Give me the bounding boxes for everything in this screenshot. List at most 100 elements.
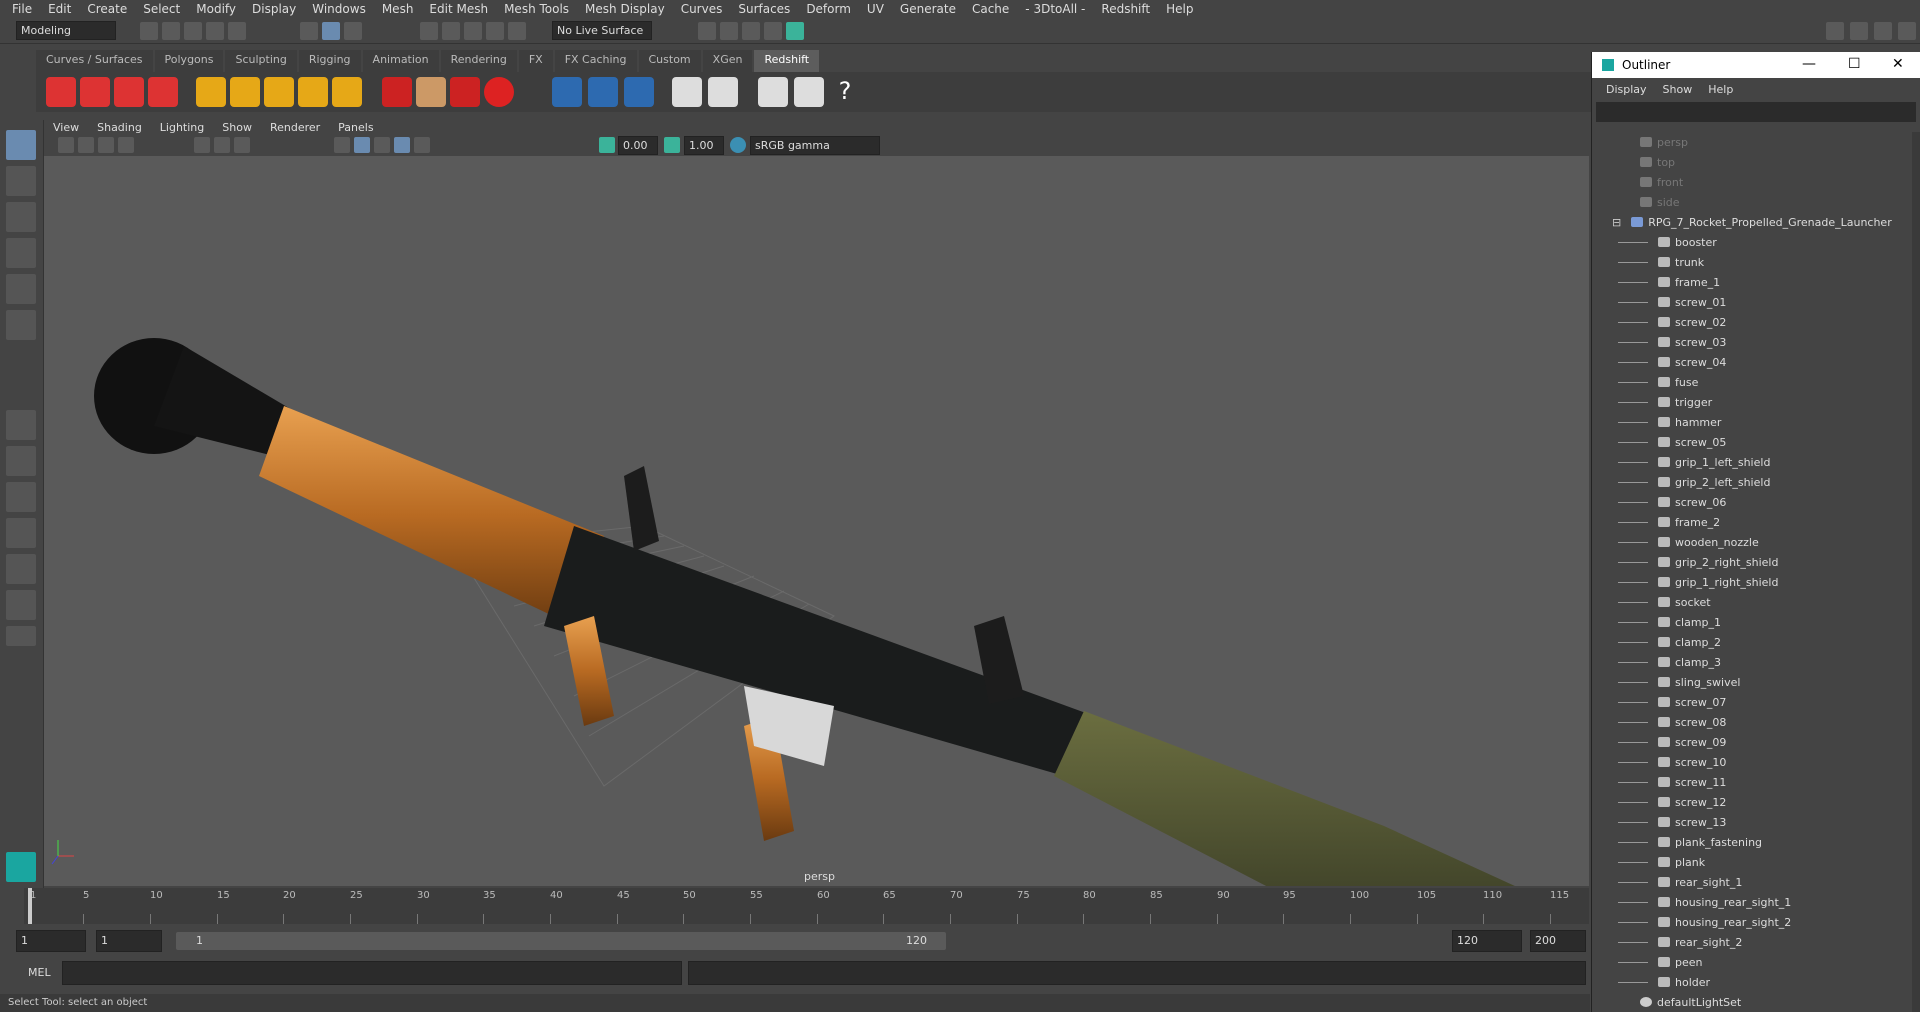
- redo-icon[interactable]: [228, 22, 246, 40]
- menu-item[interactable]: Windows: [304, 2, 374, 16]
- outliner-mesh-item[interactable]: screw_01: [1592, 292, 1912, 312]
- outliner-mesh-item[interactable]: frame_1: [1592, 272, 1912, 292]
- color-management-icon[interactable]: [730, 137, 746, 153]
- outliner-mesh-item[interactable]: hammer: [1592, 412, 1912, 432]
- outliner-mesh-item[interactable]: booster: [1592, 232, 1912, 252]
- outliner-mesh-item[interactable]: peen: [1592, 952, 1912, 972]
- outliner-mesh-item[interactable]: screw_11: [1592, 772, 1912, 792]
- camera-icon[interactable]: [58, 137, 74, 153]
- scale-tool-icon[interactable]: [6, 310, 36, 340]
- ipr-render-icon[interactable]: [720, 22, 738, 40]
- shelf-tab[interactable]: Rendering: [440, 50, 517, 72]
- shelf-tab[interactable]: Curves / Surfaces: [36, 50, 153, 72]
- redshift-ipr-icon[interactable]: [114, 77, 144, 107]
- wireframe-icon[interactable]: [334, 137, 350, 153]
- outliner-mesh-item[interactable]: grip_1_left_shield: [1592, 452, 1912, 472]
- redshift-settings-icon[interactable]: [148, 77, 178, 107]
- select-component-icon[interactable]: [344, 22, 362, 40]
- menu-item[interactable]: Redshift: [1093, 2, 1158, 16]
- outliner-mesh-item[interactable]: screw_05: [1592, 432, 1912, 452]
- outliner-menu-item[interactable]: Show: [1655, 83, 1701, 96]
- outliner-search-input[interactable]: [1596, 102, 1916, 122]
- menu-item[interactable]: Surfaces: [730, 2, 798, 16]
- outliner-mesh-item[interactable]: grip_2_left_shield: [1592, 472, 1912, 492]
- redshift-pr1-icon[interactable]: [552, 77, 582, 107]
- outliner-mesh-item[interactable]: housing_rear_sight_2: [1592, 912, 1912, 932]
- outliner-camera-item[interactable]: top: [1592, 152, 1912, 172]
- menu-item[interactable]: Edit: [40, 2, 79, 16]
- menu-item[interactable]: Display: [244, 2, 304, 16]
- outliner-mesh-item[interactable]: screw_09: [1592, 732, 1912, 752]
- outliner-layout-icon[interactable]: [6, 518, 36, 548]
- outliner-camera-item[interactable]: side: [1592, 192, 1912, 212]
- channel-box-icon[interactable]: [1898, 22, 1916, 40]
- outliner-group-item[interactable]: ⊟ RPG_7_Rocket_Propelled_Grenade_Launcher: [1592, 212, 1912, 232]
- rotate-tool-icon[interactable]: [6, 274, 36, 304]
- outliner-mesh-item[interactable]: grip_1_right_shield: [1592, 572, 1912, 592]
- redshift-ies-light-icon[interactable]: [298, 77, 328, 107]
- outliner-mesh-item[interactable]: screw_08: [1592, 712, 1912, 732]
- save-scene-icon[interactable]: [184, 22, 202, 40]
- four-view-layout-icon[interactable]: [6, 446, 36, 476]
- outliner-mesh-item[interactable]: clamp_1: [1592, 612, 1912, 632]
- exposure-field[interactable]: 0.00: [618, 136, 658, 155]
- menu-item[interactable]: Create: [79, 2, 135, 16]
- mode-selector[interactable]: Modeling: [16, 21, 116, 40]
- outliner-mesh-item[interactable]: screw_10: [1592, 752, 1912, 772]
- single-perspective-layout-icon[interactable]: [6, 410, 36, 440]
- exposure-icon[interactable]: [599, 137, 615, 153]
- viewport-menu-item[interactable]: Shading: [88, 121, 151, 134]
- outliner-menu-item[interactable]: Help: [1700, 83, 1741, 96]
- shelf-tab[interactable]: Animation: [362, 50, 439, 72]
- outliner-mesh-item[interactable]: screw_02: [1592, 312, 1912, 332]
- viewport-menu-item[interactable]: Panels: [329, 121, 382, 134]
- outliner-mesh-item[interactable]: clamp_2: [1592, 632, 1912, 652]
- paint-select-icon[interactable]: [6, 202, 36, 232]
- outliner-mesh-item[interactable]: screw_07: [1592, 692, 1912, 712]
- minimize-icon[interactable]: —: [1802, 56, 1816, 72]
- menu-item[interactable]: Help: [1158, 2, 1201, 16]
- menu-item[interactable]: Mesh Tools: [496, 2, 577, 16]
- film-gate-icon[interactable]: [214, 137, 230, 153]
- redshift-render-view-icon[interactable]: [46, 77, 76, 107]
- 3d-viewport[interactable]: persp: [44, 156, 1589, 886]
- viewport-menu-item[interactable]: Renderer: [261, 121, 329, 134]
- redshift-portal-light-icon[interactable]: [230, 77, 260, 107]
- outliner-mesh-item[interactable]: trunk: [1592, 252, 1912, 272]
- gamma-field[interactable]: 1.00: [684, 136, 724, 155]
- outliner-mesh-item[interactable]: clamp_3: [1592, 652, 1912, 672]
- collapse-icon[interactable]: ⊟: [1612, 216, 1621, 229]
- image-plane-icon[interactable]: [118, 137, 134, 153]
- redshift-sun-light-icon[interactable]: [332, 77, 362, 107]
- side-by-side-layout-icon[interactable]: [6, 482, 36, 512]
- outliner-mesh-item[interactable]: socket: [1592, 592, 1912, 612]
- outliner-mesh-item[interactable]: sling_swivel: [1592, 672, 1912, 692]
- menu-item[interactable]: Generate: [892, 2, 964, 16]
- command-input[interactable]: [62, 961, 682, 985]
- resolution-gate-icon[interactable]: [234, 137, 250, 153]
- redshift-area-light-icon[interactable]: [196, 77, 226, 107]
- more-layouts-icon[interactable]: [6, 626, 36, 646]
- shelf-tab[interactable]: FX Caching: [554, 50, 637, 72]
- smooth-shade-icon[interactable]: [354, 137, 370, 153]
- menu-item[interactable]: Mesh: [374, 2, 422, 16]
- shelf-tab[interactable]: Redshift: [754, 50, 820, 72]
- shelf-tab[interactable]: Custom: [638, 50, 701, 72]
- outliner-mesh-item[interactable]: screw_06: [1592, 492, 1912, 512]
- redshift-material-icon[interactable]: [484, 77, 514, 107]
- workspace-icon[interactable]: [1826, 22, 1844, 40]
- textured-icon[interactable]: [374, 137, 390, 153]
- hypershade-layout-icon[interactable]: [6, 590, 36, 620]
- shelf-tab[interactable]: Rigging: [298, 50, 361, 72]
- viewport-menu-item[interactable]: View: [44, 121, 88, 134]
- select-object-icon[interactable]: [322, 22, 340, 40]
- time-slider[interactable]: 1 5 10 15 20 25 30 35 40 45 50 55 60 65 70 75 80 85 90 95 10…: [24, 888, 1589, 924]
- redshift-pr3-icon[interactable]: [624, 77, 654, 107]
- menu-item[interactable]: - 3DtoAll -: [1017, 2, 1093, 16]
- use-all-lights-icon[interactable]: [394, 137, 410, 153]
- redshift-scripts-icon[interactable]: [758, 77, 788, 107]
- render-settings-icon[interactable]: [742, 22, 760, 40]
- range-slider[interactable]: 1 120: [176, 932, 946, 950]
- outliner-mesh-item[interactable]: grip_2_right_shield: [1592, 552, 1912, 572]
- graph-layout-icon[interactable]: [6, 554, 36, 584]
